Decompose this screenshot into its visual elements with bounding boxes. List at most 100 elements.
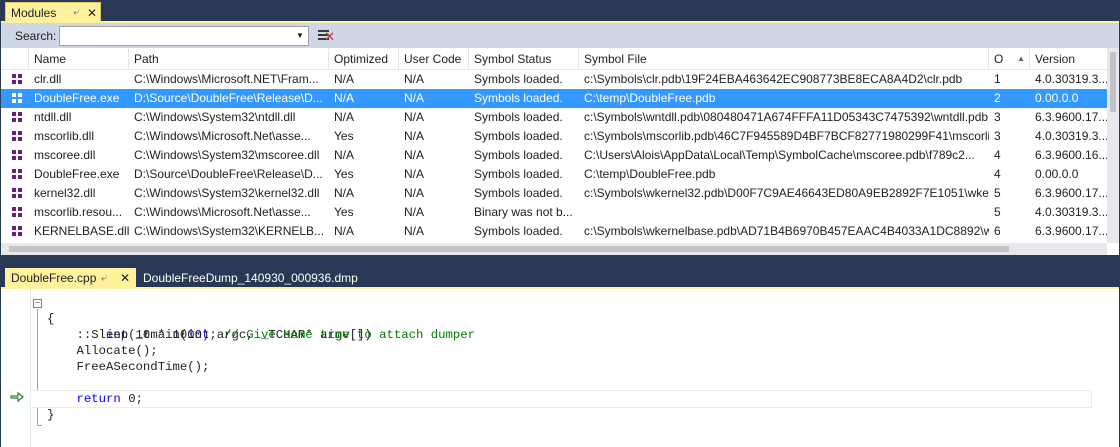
cell-symbol-status: Symbols loaded. <box>474 186 563 200</box>
cell-version: 4.0.30319.3... <box>1035 205 1107 219</box>
cell-optimized: Yes <box>334 167 354 181</box>
cell-symbol-status: Symbols loaded. <box>474 148 563 162</box>
code-lines: − int _tmain(int argc, _TCHAR* argv[]) {… <box>30 295 1092 423</box>
table-row[interactable]: ntdll.dll C:\Windows\System32\ntdll.dll N/… <box>1 108 1107 127</box>
cell-version: 6.3.9600.17... <box>1035 224 1107 238</box>
table-row[interactable]: mscorlib.resou... C:\Windows\Microsoft.Ne… <box>1 203 1107 222</box>
column-header-order-label: O <box>994 52 1004 66</box>
code-line-6 <box>31 375 1091 391</box>
code-token: return <box>76 392 121 406</box>
code-editor[interactable]: − int _tmain(int argc, _TCHAR* argv[]) {… <box>1 289 1119 447</box>
grid-header: Name Path Optimized User Code Symbol Sta… <box>1 48 1107 70</box>
column-header-order[interactable]: O ▲ <box>989 48 1030 70</box>
cell-optimized: N/A <box>334 224 355 238</box>
clear-search-button[interactable]: ✕ <box>317 27 335 45</box>
code-token: ::Sleep(10 * 1000); <box>47 328 225 342</box>
cell-user-code: N/A <box>404 91 425 105</box>
cell-user-code: N/A <box>404 129 425 143</box>
cell-name: ntdll.dll <box>34 110 72 124</box>
table-row[interactable]: KERNELBASE.dll C:\Windows\System32\KERNEL… <box>1 222 1107 241</box>
cell-user-code: N/A <box>404 72 425 86</box>
vertical-scrollbar[interactable] <box>1107 48 1119 243</box>
cell-path: C:\Windows\System32\kernel32.dll <box>134 186 320 200</box>
cell-name: mscorlib.resou... <box>34 205 123 219</box>
modules-tab-title: Modules <box>11 5 57 20</box>
cell-optimized: N/A <box>334 91 355 105</box>
close-icon[interactable]: ✕ <box>120 268 130 289</box>
column-header-user-code[interactable]: User Code <box>399 48 469 70</box>
table-row[interactable]: DoubleFree.exe D:\Source\DoubleFree\Relea… <box>1 89 1107 108</box>
module-icon <box>12 74 23 85</box>
table-row[interactable]: kernel32.dll C:\Windows\System32\kernel32… <box>1 184 1107 203</box>
modules-tab[interactable]: Modules ⤶ ✕ <box>5 2 101 22</box>
cell-order: 4 <box>994 148 1001 162</box>
cell-symbol-file: c:\Symbols\clr.pdb\19F24EBA463642EC90877… <box>584 72 963 86</box>
cell-order: 6 <box>994 224 1001 238</box>
ide-frame: Modules ⤶ ✕ Search: ▼ ✕ Name Path Optimi… <box>0 0 1120 447</box>
code-line-2: { <box>31 311 1091 327</box>
tab-doublefree-cpp[interactable]: DoubleFree.cpp ⤶ ✕ <box>5 268 136 289</box>
column-header-name[interactable]: Name <box>29 48 129 70</box>
cell-symbol-status: Symbols loaded. <box>474 167 563 181</box>
tab-dump-file[interactable]: DoubleFreeDump_140930_000936.dmp <box>137 268 358 289</box>
module-icon <box>12 93 23 104</box>
modules-grid[interactable]: Name Path Optimized User Code Symbol Sta… <box>1 48 1119 243</box>
cell-optimized: Yes <box>334 205 354 219</box>
cell-order: 1 <box>994 72 1001 86</box>
table-row[interactable]: mscoree.dll C:\Windows\System32\mscoree.d… <box>1 146 1107 165</box>
code-token: { <box>47 312 55 326</box>
column-header-optimized[interactable]: Optimized <box>329 48 399 70</box>
pin-icon[interactable]: ⤶ <box>68 7 84 18</box>
column-header-symbol-status[interactable]: Symbol Status <box>469 48 579 70</box>
cell-symbol-file: C:\temp\DoubleFree.pdb <box>584 167 716 181</box>
close-icon[interactable]: ✕ <box>84 6 100 20</box>
module-icon <box>12 226 23 237</box>
cell-path: C:\Windows\System32\ntdll.dll <box>134 110 296 124</box>
module-icon <box>12 188 23 199</box>
module-icon <box>12 169 23 180</box>
search-toolbar: Search: ▼ ✕ <box>1 23 1119 48</box>
code-token: 0; <box>120 392 143 406</box>
column-header-symbol-file[interactable]: Symbol File <box>579 48 989 70</box>
cell-user-code: N/A <box>404 224 425 238</box>
cell-order: 3 <box>994 110 1001 124</box>
column-header-icon[interactable] <box>1 48 29 70</box>
cell-user-code: N/A <box>404 205 425 219</box>
cell-optimized: Yes <box>334 129 354 143</box>
code-line-4: Allocate(); <box>31 343 1091 359</box>
cell-optimized: N/A <box>334 110 355 124</box>
cell-user-code: N/A <box>404 110 425 124</box>
column-header-version[interactable]: Version <box>1030 48 1107 70</box>
table-row[interactable]: DoubleFree.exe D:\Source\DoubleFree\Relea… <box>1 165 1107 184</box>
cell-symbol-file: c:\Symbols\wkernelbase.pdb\AD71B4B6970B4… <box>584 224 989 238</box>
chevron-down-icon[interactable]: ▼ <box>292 27 308 45</box>
indicator-margin[interactable] <box>1 289 31 447</box>
cell-path: C:\Windows\Microsoft.Net\asse... <box>134 205 311 219</box>
code-comment: // Give some time to attach dumper <box>224 328 476 342</box>
search-combobox[interactable]: ▼ <box>59 25 309 46</box>
vertical-scroll-thumb[interactable] <box>1110 52 1116 112</box>
outline-guide-end <box>37 425 42 426</box>
panel-splitter[interactable] <box>1 255 1119 267</box>
pin-icon[interactable]: ⤶ <box>101 268 107 289</box>
search-input[interactable] <box>60 26 292 45</box>
cell-name: clr.dll <box>34 72 62 86</box>
collapse-icon[interactable]: − <box>33 299 42 308</box>
code-line-1: − int _tmain(int argc, _TCHAR* argv[]) <box>31 295 1091 342</box>
cell-name: mscoree.dll <box>34 148 96 162</box>
table-row[interactable]: clr.dll C:\Windows\Microsoft.NET\Fram... N… <box>1 70 1107 89</box>
cell-symbol-file <box>579 203 989 222</box>
horizontal-scrollbar[interactable] <box>1 243 1107 255</box>
table-row[interactable]: mscorlib.dll C:\Windows\Microsoft.Net\ass… <box>1 127 1107 146</box>
horizontal-scroll-thumb[interactable] <box>9 246 1009 252</box>
cell-optimized: N/A <box>334 186 355 200</box>
cell-version: 4.0.30319.3... <box>1035 129 1107 143</box>
column-header-path[interactable]: Path <box>129 48 329 70</box>
cell-path: C:\Windows\System32\mscoree.dll <box>134 148 320 162</box>
cell-path: C:\Windows\Microsoft.NET\Fram... <box>134 72 319 86</box>
cell-version: 4.0.30319.3... <box>1035 72 1107 86</box>
clear-search-icon: ✕ <box>324 28 335 44</box>
code-line-8: } <box>31 407 1091 423</box>
